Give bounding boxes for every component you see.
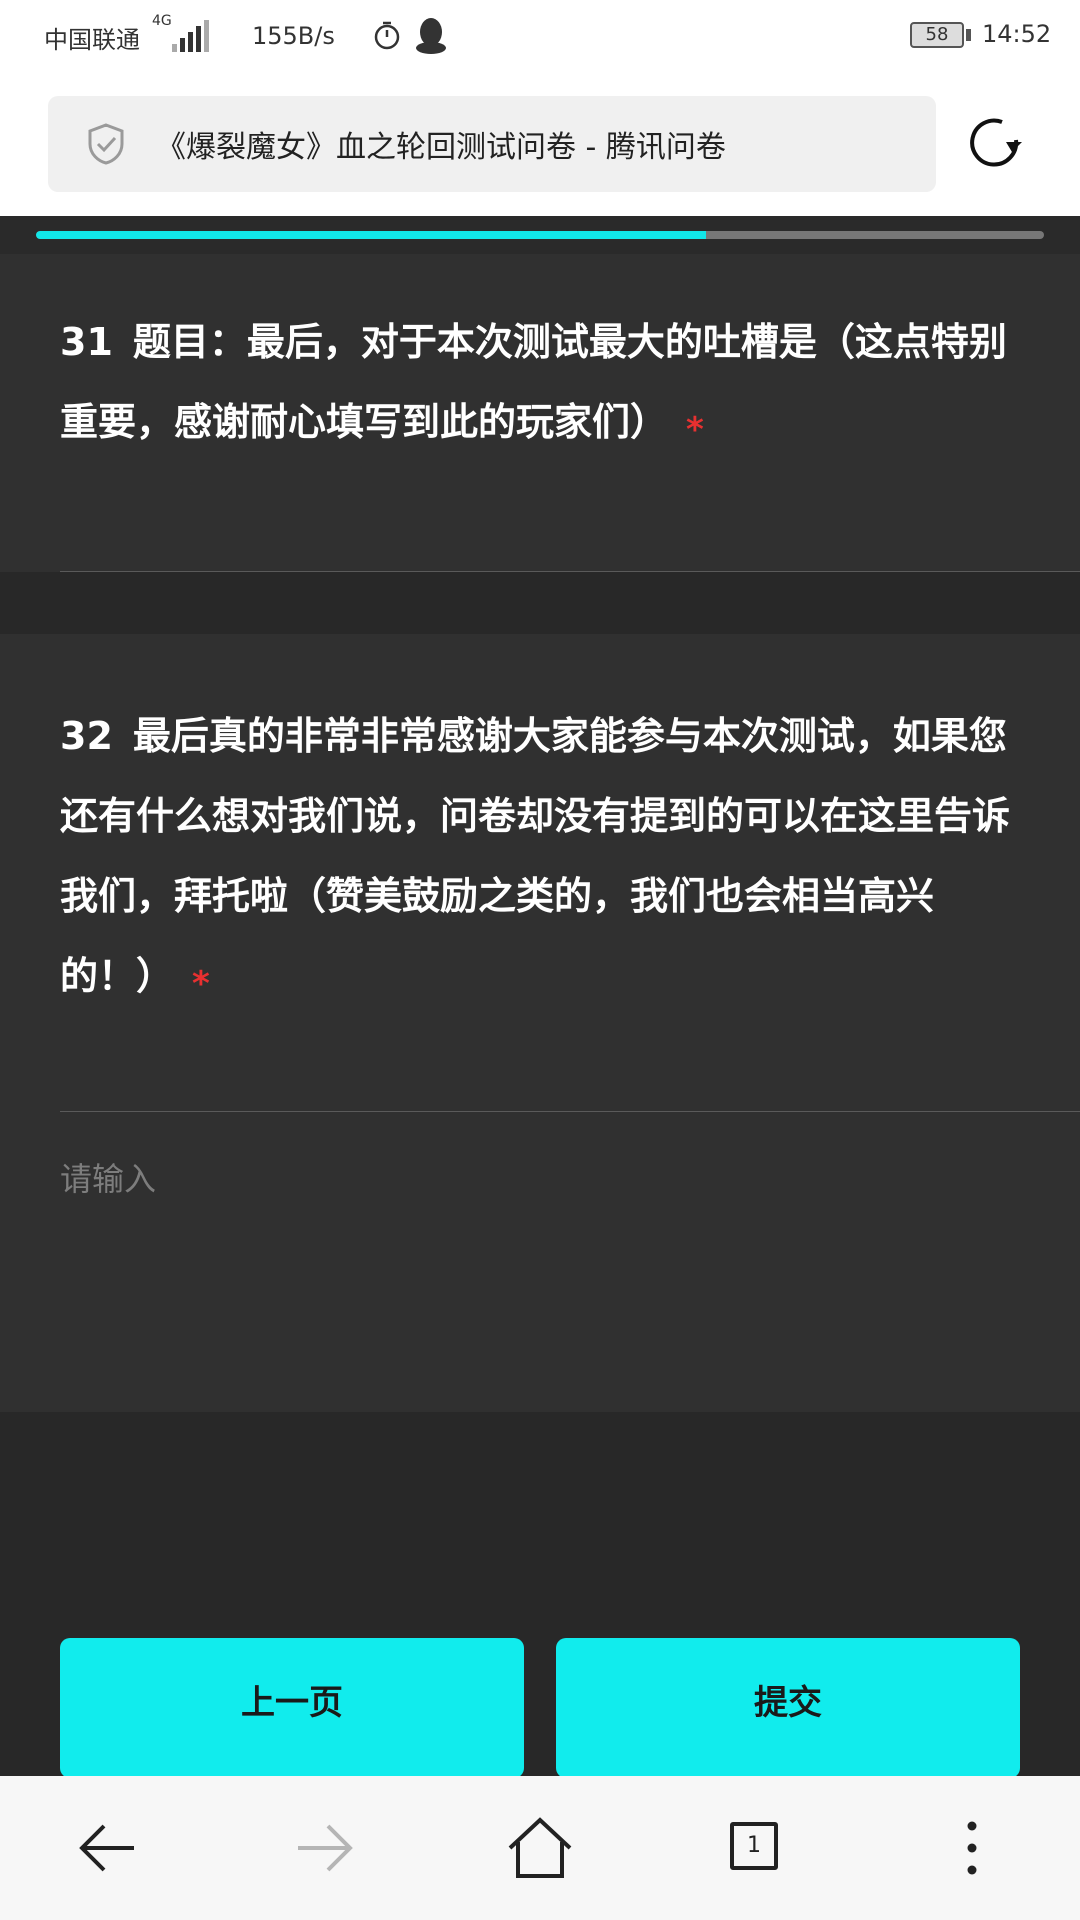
question-number: 32	[60, 714, 113, 758]
qq-icon	[416, 18, 446, 54]
required-mark: *	[192, 964, 210, 1004]
question-text: 32 最后真的非常非常感谢大家能参与本次测试，如果您还有什么想对我们说，问卷却没有…	[60, 696, 1020, 1024]
net-speed: 155B/s	[252, 22, 335, 50]
shield-icon[interactable]	[86, 122, 126, 166]
battery-icon: 58	[910, 22, 964, 48]
question-31: 31 题目：最后，对于本次测试最大的吐槽是（这点特别重要，感谢耐心填写到此的玩家们…	[0, 254, 1080, 572]
question-32: 32 最后真的非常非常感谢大家能参与本次测试，如果您还有什么想对我们说，问卷却没有…	[0, 634, 1080, 1412]
more-menu-icon[interactable]	[936, 1812, 1008, 1884]
timer-icon	[374, 21, 400, 50]
question-number: 31	[60, 320, 113, 364]
survey-progress	[0, 216, 1080, 254]
carrier-name: 中国联通	[44, 26, 140, 54]
battery-tip	[966, 29, 971, 41]
tabs-icon[interactable]: 1	[720, 1812, 792, 1884]
question-title: 题目：最后，对于本次测试最大的吐槽是（这点特别重要，感谢耐心填写到此的玩家们）	[60, 320, 1007, 444]
clock: 14:52	[982, 20, 1052, 48]
question-text: 31 题目：最后，对于本次测试最大的吐槽是（这点特别重要，感谢耐心填写到此的玩家们…	[60, 302, 1020, 470]
progress-track	[36, 231, 1044, 239]
network-type: 4G	[152, 13, 172, 29]
page-title: 《爆裂魔女》血之轮回测试问卷 - 腾讯问卷	[156, 130, 726, 165]
browser-toolbar: 《爆裂魔女》血之轮回测试问卷 - 腾讯问卷	[0, 72, 1080, 216]
prev-page-button[interactable]: 上一页	[60, 1638, 524, 1778]
tab-count: 1	[730, 1822, 778, 1870]
divider	[60, 1111, 1080, 1112]
submit-button[interactable]: 提交	[556, 1638, 1020, 1778]
back-arrow-icon[interactable]	[72, 1812, 144, 1884]
bottom-nav: 1	[0, 1776, 1080, 1920]
question-title: 最后真的非常非常感谢大家能参与本次测试，如果您还有什么想对我们说，问卷却没有提到…	[60, 714, 1011, 998]
forward-arrow-icon[interactable]	[288, 1812, 360, 1884]
divider	[60, 571, 1080, 572]
required-mark: *	[686, 410, 704, 450]
status-bar: 中国联通 4G 155B/s 58 14:52	[0, 0, 1080, 72]
signal-icon	[172, 20, 209, 52]
home-icon[interactable]	[504, 1812, 576, 1884]
answer-input[interactable]	[60, 1154, 1020, 1374]
progress-fill	[36, 231, 707, 239]
address-bar[interactable]: 《爆裂魔女》血之轮回测试问卷 - 腾讯问卷	[48, 96, 936, 192]
reload-icon[interactable]	[966, 112, 1026, 172]
